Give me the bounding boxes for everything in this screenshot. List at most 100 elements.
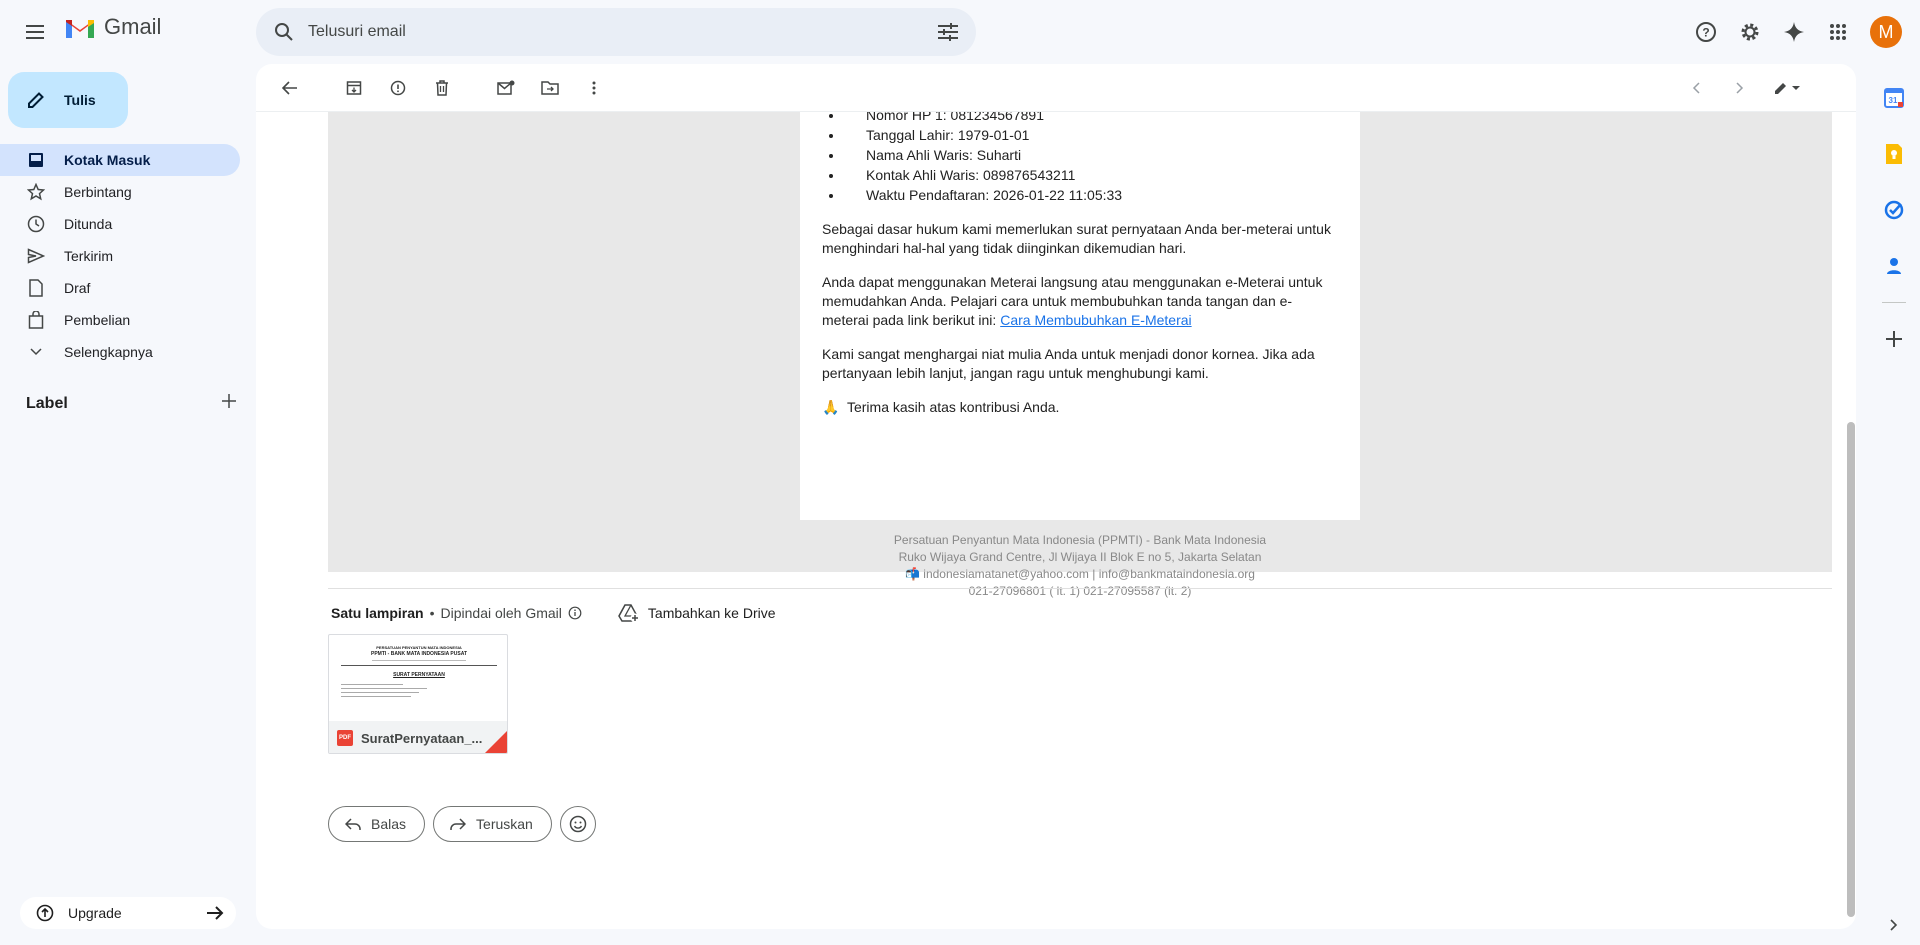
add-to-drive-button[interactable]: Tambahkan ke Drive	[618, 604, 776, 622]
contacts-icon	[1887, 258, 1901, 274]
pray-emoji: 🙏	[822, 399, 840, 415]
sidebar-item-drafts[interactable]: Draf	[0, 272, 240, 304]
plus-icon	[222, 394, 236, 408]
thanks-text: Terima kasih atas kontribusi Anda.	[846, 399, 1060, 415]
reply-button[interactable]: Balas	[328, 806, 426, 842]
scanned-label: Dipindai oleh Gmail	[440, 605, 562, 621]
upgrade-button[interactable]: Upgrade	[20, 897, 236, 929]
scrollbar[interactable]	[1846, 112, 1856, 929]
sidebar-item-snoozed[interactable]: Ditunda	[0, 208, 240, 240]
sidebar-item-sent[interactable]: Terkirim	[0, 240, 240, 272]
divider	[328, 588, 1832, 589]
sidebar-item-label: Berbintang	[64, 184, 132, 200]
detail-phone: Nomor HP 1: 081234567891	[844, 112, 1338, 125]
meterai-guide-link[interactable]: Cara Membubuhkan E-Meterai	[1000, 312, 1191, 328]
shopping-bag-icon	[26, 310, 46, 330]
apps-button[interactable]	[1818, 12, 1858, 52]
attachments-header: Satu lampiran • Dipindai oleh Gmail Tamb…	[331, 604, 776, 622]
gmail-m-icon	[66, 20, 94, 38]
show-side-panel-button[interactable]	[1874, 905, 1914, 945]
reply-icon	[345, 818, 361, 830]
svg-text:31: 31	[1889, 96, 1898, 105]
registration-details: Nomor HP 1: 081234567891 Tanggal Lahir: …	[822, 112, 1338, 205]
get-addons-button[interactable]	[1874, 319, 1914, 359]
detail-heir-contact: Kontak Ahli Waris: 089876543211	[844, 166, 1338, 185]
message-toolbar	[256, 64, 1856, 112]
report-spam-button[interactable]	[378, 68, 418, 108]
gmail-logo[interactable]: Gmail	[64, 14, 161, 40]
attachment-filename: SuratPernyataan_...	[361, 730, 483, 746]
input-tools-button[interactable]	[1764, 68, 1812, 108]
toolbar-right	[1676, 68, 1816, 108]
sidebar-item-more[interactable]: Selengkapnya	[0, 336, 240, 368]
archive-button[interactable]	[334, 68, 374, 108]
star-icon	[26, 182, 46, 202]
sidebar-item-inbox[interactable]: Kotak Masuk	[0, 144, 240, 176]
gemini-button[interactable]	[1774, 12, 1814, 52]
clock-icon	[26, 214, 46, 234]
reply-actions: Balas Teruskan	[328, 806, 596, 842]
drive-add-icon	[618, 604, 640, 622]
help-button[interactable]: ?	[1686, 12, 1726, 52]
sidebar-nav: Kotak Masuk Berbintang Ditunda Terkirim …	[0, 144, 256, 368]
forward-button[interactable]: Teruskan	[433, 806, 552, 842]
compose-button[interactable]: Tulis	[8, 72, 128, 128]
mailbox-emoji: 📬	[905, 567, 920, 581]
emoji-reaction-button[interactable]	[559, 806, 596, 842]
sidebar-item-purchases[interactable]: Pembelian	[0, 304, 240, 336]
help-icon: ?	[1696, 22, 1716, 42]
contacts-button[interactable]	[1874, 246, 1914, 286]
tasks-button[interactable]	[1874, 190, 1914, 230]
pen-dropdown-icon	[1775, 83, 1800, 94]
more-options-button[interactable]	[574, 68, 614, 108]
attachments-title: Satu lampiran	[331, 605, 424, 621]
sidebar-item-label: Draf	[64, 280, 91, 296]
inbox-icon	[26, 150, 46, 170]
paragraph-meterai: Anda dapat menggunakan Meterai langsung …	[822, 273, 1338, 330]
delete-button[interactable]	[422, 68, 462, 108]
scrollbar-thumb[interactable]	[1847, 422, 1855, 917]
footer-org: Persatuan Penyantun Mata Indonesia (PPMT…	[893, 533, 1267, 547]
chevron-right-icon	[1736, 82, 1744, 94]
pdf-icon: PDF	[337, 730, 353, 746]
reply-label: Balas	[371, 816, 407, 832]
info-icon[interactable]	[568, 606, 582, 620]
settings-button[interactable]	[1730, 12, 1770, 52]
sidebar-item-starred[interactable]: Berbintang	[0, 176, 240, 208]
top-bar: Gmail ? M	[0, 0, 1920, 64]
preview-org: PERSATUAN PENYANTUN MATA INDONESIA	[376, 645, 462, 650]
attachment-preview: PERSATUAN PENYANTUN MATA INDONESIA PPMTI…	[329, 635, 507, 721]
svg-text:?: ?	[1702, 26, 1709, 40]
detail-birthdate: Tanggal Lahir: 1979-01-01	[844, 126, 1338, 145]
add-to-drive-label: Tambahkan ke Drive	[647, 605, 776, 621]
newer-button[interactable]	[1676, 68, 1716, 108]
compose-label: Tulis	[64, 92, 96, 108]
arrow-left-icon	[282, 80, 297, 95]
labels-heading: Label	[26, 394, 68, 412]
footer-phones: 021-27096801 ( lt. 1) 021-27095587 (lt. …	[968, 584, 1192, 598]
back-button[interactable]	[270, 68, 310, 108]
mark-unread-button[interactable]	[486, 68, 526, 108]
move-to-button[interactable]	[530, 68, 570, 108]
footer-emails: indonesiamatanet@yahoo.com | info@bankma…	[923, 567, 1255, 581]
search-options-icon[interactable]	[924, 8, 972, 56]
older-button[interactable]	[1720, 68, 1760, 108]
paragraph-legal: Sebagai dasar hukum kami memerlukan sura…	[822, 221, 1331, 256]
menu-icon	[26, 25, 44, 39]
sidebar-item-label: Selengkapnya	[64, 344, 153, 360]
search-input[interactable]	[308, 23, 924, 41]
send-icon	[26, 246, 46, 266]
avatar[interactable]: M	[1870, 16, 1902, 48]
keep-button[interactable]	[1874, 134, 1914, 174]
sidebar-item-label: Ditunda	[64, 216, 113, 232]
main-menu-button[interactable]	[16, 16, 56, 48]
message-scroll-area: Nomor HP 1: 081234567891 Tanggal Lahir: …	[256, 112, 1856, 929]
tasks-icon	[1884, 200, 1904, 220]
calendar-button[interactable]: 31	[1874, 78, 1914, 118]
search-icon[interactable]	[260, 8, 308, 56]
preview-doc-title: SURAT PERNYATAAN	[393, 672, 445, 678]
chevron-down-icon	[26, 342, 46, 362]
plus-icon	[1886, 331, 1902, 347]
attachment-card[interactable]: PERSATUAN PENYANTUN MATA INDONESIA PPMTI…	[328, 634, 508, 754]
add-label-button[interactable]	[222, 394, 236, 413]
